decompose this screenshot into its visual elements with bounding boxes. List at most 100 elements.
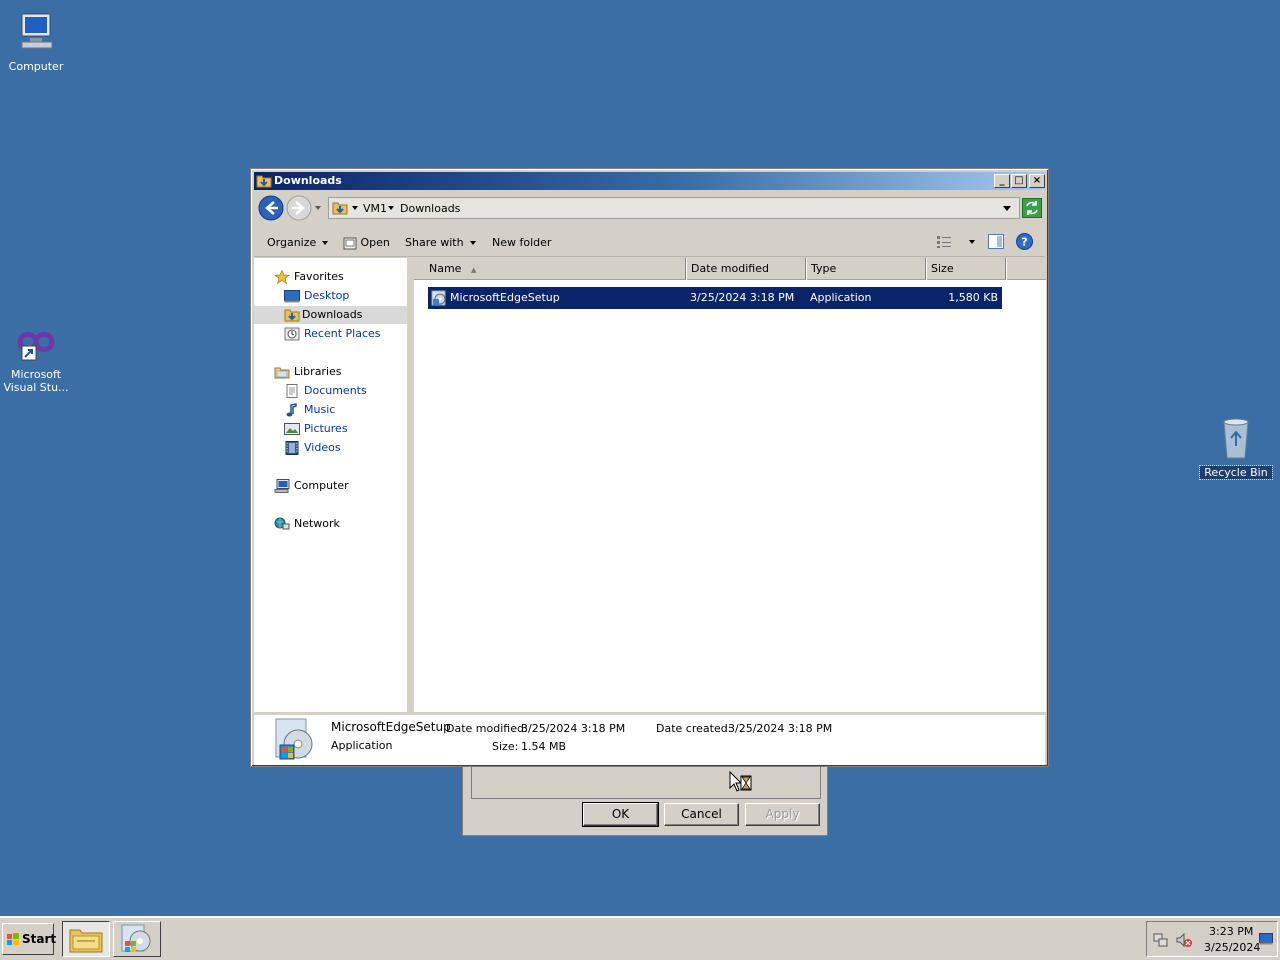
taskbar: Start 3:23 PM 3/25/2024 bbox=[0, 916, 1280, 960]
address-dropdown-icon[interactable] bbox=[1003, 206, 1011, 211]
network-icon bbox=[274, 517, 290, 530]
column-label: Type bbox=[811, 262, 837, 275]
nav-favorites[interactable]: Favorites bbox=[274, 268, 404, 286]
recent-pages-dropdown-icon[interactable] bbox=[314, 204, 322, 212]
apply-button: Apply bbox=[745, 803, 820, 826]
nav-label: Network bbox=[294, 517, 340, 530]
nav-libraries[interactable]: Libraries bbox=[274, 363, 404, 381]
computer-icon bbox=[21, 13, 53, 49]
dialog-pane bbox=[471, 765, 821, 799]
nav-label: Recent Places bbox=[304, 327, 381, 340]
music-icon bbox=[286, 403, 297, 417]
chevron-down-icon bbox=[322, 241, 329, 245]
desktop-icon-computer[interactable]: Computer bbox=[0, 10, 72, 73]
desktop-icon bbox=[284, 290, 300, 303]
column-header-name[interactable]: Name ▲ bbox=[424, 258, 686, 280]
star-icon bbox=[274, 270, 290, 284]
desktop-icon-label: Microsoft Visual Stu... bbox=[3, 368, 69, 394]
organize-menu[interactable]: Organize bbox=[267, 236, 329, 249]
svg-text:?: ? bbox=[1021, 236, 1027, 249]
new-folder-button[interactable]: New folder bbox=[492, 236, 551, 249]
nav-label: Downloads bbox=[302, 308, 363, 321]
installer-icon bbox=[275, 718, 313, 760]
column-header-type[interactable]: Type bbox=[806, 258, 926, 280]
nav-label: Computer bbox=[294, 479, 349, 492]
breadcrumb-separator-icon[interactable] bbox=[352, 206, 358, 210]
notification-area: 3:23 PM 3/25/2024 bbox=[1146, 921, 1278, 957]
hourglass-cursor-icon bbox=[729, 771, 752, 792]
nav-label: Desktop bbox=[304, 289, 350, 302]
nav-item-pictures[interactable]: Pictures bbox=[284, 420, 406, 438]
nav-label: Libraries bbox=[294, 365, 342, 378]
windows-logo-icon bbox=[7, 933, 19, 945]
desktop-icon-label: Computer bbox=[8, 60, 64, 73]
help-icon[interactable]: ? bbox=[1016, 233, 1033, 250]
start-button[interactable]: Start bbox=[2, 923, 57, 955]
nav-item-music[interactable]: Music bbox=[284, 401, 406, 419]
desktop-icon-recycle-bin[interactable]: Recycle Bin bbox=[1199, 416, 1273, 480]
ok-button[interactable]: OK bbox=[582, 802, 659, 827]
nav-item-videos[interactable]: Videos bbox=[284, 439, 406, 457]
breadcrumb-item[interactable]: Downloads bbox=[400, 202, 460, 215]
installer-icon bbox=[431, 290, 446, 306]
file-type: Application bbox=[810, 291, 872, 304]
details-size: 1.54 MB bbox=[521, 740, 567, 753]
nav-computer[interactable]: Computer bbox=[274, 477, 404, 495]
file-date-modified: 3/25/2024 3:18 PM bbox=[690, 291, 795, 304]
column-label: Size bbox=[931, 262, 954, 275]
share-with-menu[interactable]: Share with bbox=[405, 236, 476, 249]
libraries-icon bbox=[274, 367, 290, 379]
open-button[interactable]: Open bbox=[343, 236, 390, 250]
clock-date[interactable]: 3/25/2024 bbox=[1204, 941, 1260, 954]
refresh-icon[interactable] bbox=[1022, 198, 1042, 218]
nav-label: Pictures bbox=[304, 422, 348, 435]
nav-label: Documents bbox=[304, 384, 367, 397]
network-tray-icon[interactable] bbox=[1153, 932, 1169, 948]
nav-label: Music bbox=[304, 403, 336, 416]
details-file-name: MicrosoftEdgeSetup bbox=[331, 720, 451, 734]
navigation-pane: Favorites Desktop Downloads Recent Place… bbox=[254, 258, 410, 712]
desktop-icon-label: Recycle Bin bbox=[1199, 465, 1273, 480]
nav-item-recent-places[interactable]: Recent Places bbox=[284, 325, 406, 343]
details-file-type: Application bbox=[331, 739, 393, 752]
nav-network[interactable]: Network bbox=[274, 515, 404, 533]
installer-icon bbox=[121, 924, 151, 952]
address-box[interactable]: VM1 Downloads bbox=[328, 197, 1020, 219]
column-label: Date modified bbox=[691, 262, 769, 275]
cancel-button[interactable]: Cancel bbox=[664, 803, 739, 826]
nav-label: Videos bbox=[304, 441, 341, 454]
taskbar-explorer-button[interactable] bbox=[62, 921, 110, 957]
breadcrumb-item[interactable]: VM1 bbox=[363, 202, 387, 215]
open-icon bbox=[343, 237, 357, 249]
nav-item-downloads[interactable]: Downloads bbox=[254, 306, 407, 324]
clock-time[interactable]: 3:23 PM bbox=[1209, 925, 1253, 938]
start-label: Start bbox=[22, 932, 57, 946]
column-header-size[interactable]: Size bbox=[926, 258, 1006, 280]
explorer-window: Downloads _ □ × VM1 Downloads Organize O… bbox=[250, 168, 1049, 767]
close-button[interactable]: × bbox=[1029, 174, 1045, 188]
command-bar: Organize Open Share with New folder ? bbox=[254, 227, 1045, 257]
volume-muted-icon[interactable] bbox=[1175, 932, 1193, 948]
view-dropdown-icon[interactable] bbox=[969, 240, 975, 244]
show-desktop-icon[interactable] bbox=[1259, 933, 1273, 945]
forward-arrow-icon bbox=[286, 195, 312, 221]
column-header-date-modified[interactable]: Date modified bbox=[686, 258, 806, 280]
maximize-button[interactable]: □ bbox=[1011, 174, 1027, 188]
nav-item-documents[interactable]: Documents bbox=[284, 382, 406, 400]
back-arrow-icon[interactable] bbox=[258, 195, 284, 221]
taskbar-installer-button[interactable] bbox=[113, 921, 161, 957]
file-row[interactable]: MicrosoftEdgeSetup 3/25/2024 3:18 PM App… bbox=[428, 287, 1002, 309]
file-name: MicrosoftEdgeSetup bbox=[450, 291, 560, 304]
background-dialog: OK Cancel Apply bbox=[462, 760, 828, 836]
preview-pane-icon[interactable] bbox=[988, 234, 1004, 249]
details-size-label: Size: bbox=[492, 740, 519, 753]
view-options-icon[interactable] bbox=[936, 235, 952, 249]
nav-item-desktop[interactable]: Desktop bbox=[284, 287, 406, 305]
title-bar[interactable]: Downloads _ □ × bbox=[254, 172, 1045, 190]
windows-explorer-icon bbox=[69, 929, 103, 953]
minimize-button[interactable]: _ bbox=[994, 174, 1010, 188]
desktop-icon-visual-studio[interactable]: Microsoft Visual Stu... bbox=[0, 324, 72, 394]
details-date-modified: 3/25/2024 3:18 PM bbox=[521, 722, 626, 735]
details-pane: MicrosoftEdgeSetup Application Date modi… bbox=[254, 713, 1045, 765]
breadcrumb-separator-icon[interactable] bbox=[388, 206, 394, 210]
